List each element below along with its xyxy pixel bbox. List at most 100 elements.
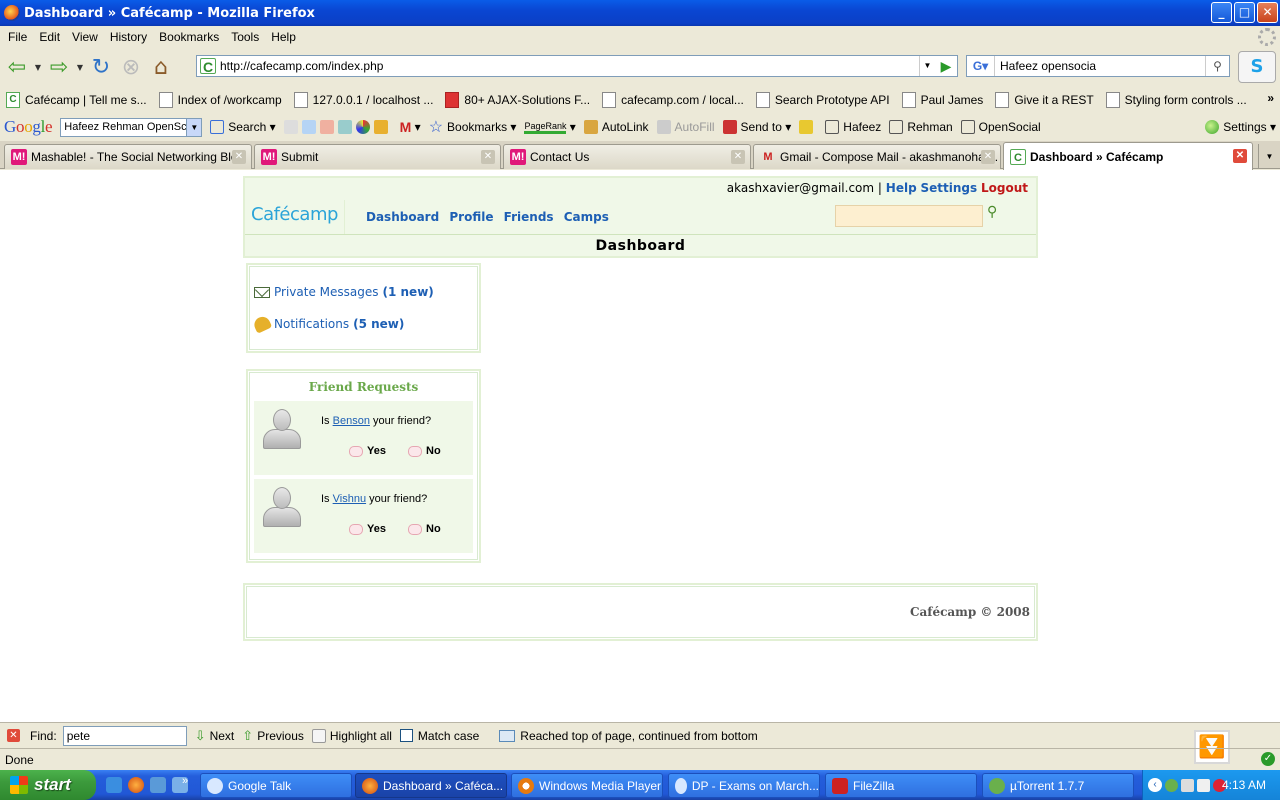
nav-camps[interactable]: Camps xyxy=(564,210,609,224)
show-desktop-icon[interactable] xyxy=(150,777,166,793)
stop-icon[interactable]: ⊗ xyxy=(116,52,146,82)
firefox-icon[interactable] xyxy=(128,777,144,793)
bookmark-item[interactable]: Paul James xyxy=(901,92,983,108)
tab-close-icon[interactable]: ✕ xyxy=(232,150,246,164)
site-search-input[interactable] xyxy=(835,205,983,227)
taskbar-utorrent[interactable]: µTorrent 1.7.7 xyxy=(982,773,1134,798)
site-logo[interactable]: Cafécamp xyxy=(251,204,338,225)
tab-contact-us[interactable]: M! Contact Us ✕ xyxy=(503,144,751,169)
bookmark-item[interactable]: Index of /workcamp xyxy=(158,92,282,108)
tab-mashable[interactable]: M! Mashable! - The Social Networking Blo… xyxy=(4,144,252,169)
taskbar-filezilla[interactable]: FileZilla xyxy=(825,773,977,798)
network-icon[interactable] xyxy=(1181,778,1194,792)
puzzle-icon[interactable] xyxy=(373,120,388,134)
menu-history[interactable]: History xyxy=(104,30,153,44)
bookmarks-overflow-chevron-icon[interactable]: » xyxy=(1267,91,1274,105)
ie-icon[interactable] xyxy=(106,777,122,793)
search-engine-icon[interactable]: G▾ xyxy=(967,56,995,76)
maximize-button[interactable]: □ xyxy=(1234,2,1255,23)
picasa-icon[interactable] xyxy=(355,120,370,134)
highlight-all-button[interactable]: Highlight all xyxy=(311,728,392,743)
search-term-opensocial[interactable]: OpenSocial xyxy=(960,120,1041,134)
back-history-dropdown-icon[interactable]: ▼ xyxy=(32,63,44,72)
tab-close-icon[interactable]: ✕ xyxy=(981,150,995,164)
url-bar[interactable]: C http://cafecamp.com/index.php ▼ ▶ xyxy=(196,55,958,77)
chat-icon[interactable] xyxy=(301,120,316,134)
find-previous-button[interactable]: ⇧ Previous xyxy=(242,728,304,744)
back-arrow-icon[interactable]: ⇦ xyxy=(2,52,32,82)
notifications-link[interactable]: Notifications (5 new) xyxy=(251,314,404,334)
bookmark-item[interactable]: cafecamp.com / local... xyxy=(602,92,744,108)
search-bar[interactable]: G▾ Hafeez opensocia ⚲ xyxy=(966,55,1230,77)
bookmark-item[interactable]: 127.0.0.1 / localhost ... xyxy=(293,92,433,108)
sendto-button[interactable]: Send to ▾ xyxy=(722,120,791,134)
volume-icon[interactable] xyxy=(1197,778,1210,792)
bookmark-item[interactable]: Search Prototype API xyxy=(755,92,890,108)
menu-file[interactable]: File xyxy=(2,30,33,44)
minimize-button[interactable]: _ xyxy=(1211,2,1232,23)
taskbar-media-player[interactable]: Windows Media Player xyxy=(511,773,663,798)
tab-gmail[interactable]: M Gmail - Compose Mail - akashmanohar...… xyxy=(753,144,1001,169)
gmail-button[interactable]: M ▾ xyxy=(400,119,421,135)
yes-button[interactable]: Yes xyxy=(349,445,386,457)
private-messages-count[interactable]: (1 new) xyxy=(383,285,434,299)
tab-submit[interactable]: M! Submit ✕ xyxy=(254,144,501,169)
autolink-button[interactable]: AutoLink xyxy=(583,120,649,134)
taskbar-chat[interactable]: DP - Exams on March... xyxy=(668,773,820,798)
url-dropdown-icon[interactable]: ▼ xyxy=(919,56,935,76)
bookmark-item[interactable]: 80+ AJAX-Solutions F... xyxy=(445,92,590,108)
google-search-button[interactable]: Search ▾ xyxy=(210,120,276,134)
tab-close-icon[interactable]: ✕ xyxy=(731,150,745,164)
autofill-button[interactable]: AutoFill xyxy=(656,120,715,134)
news-icon[interactable] xyxy=(319,120,334,134)
help-link[interactable]: Help xyxy=(886,181,917,195)
magnifier-icon[interactable] xyxy=(337,120,352,134)
close-button[interactable]: ✕ xyxy=(1257,2,1278,23)
google-logo[interactable]: Google xyxy=(4,117,53,137)
google-search-input[interactable]: Hafeez Rehman OpenSc ▼ xyxy=(60,117,203,137)
menu-view[interactable]: View xyxy=(66,30,104,44)
highlight-icon[interactable] xyxy=(283,120,298,134)
search-icon[interactable]: ⚲ xyxy=(1205,56,1229,76)
tray-expand-icon[interactable]: ‹ xyxy=(1148,778,1162,792)
forward-arrow-icon[interactable]: ⇨ xyxy=(44,52,74,82)
skype-icon[interactable]: S xyxy=(1238,51,1276,83)
menu-edit[interactable]: Edit xyxy=(33,30,66,44)
bookmark-item[interactable]: Styling form controls ... xyxy=(1105,92,1247,108)
find-input[interactable]: pete xyxy=(62,725,187,746)
reload-icon[interactable]: ↻ xyxy=(86,52,116,82)
bookmark-item[interactable]: C Cafécamp | Tell me s... xyxy=(6,92,147,108)
logout-link[interactable]: Logout xyxy=(981,181,1028,195)
no-button[interactable]: No xyxy=(408,445,441,457)
nav-profile[interactable]: Profile xyxy=(449,210,493,224)
settings-button[interactable]: Settings ▾ xyxy=(1205,120,1276,134)
quick-launch-more-icon[interactable]: » xyxy=(182,775,188,787)
friend-name-link[interactable]: Vishnu xyxy=(333,493,366,505)
nav-dashboard[interactable]: Dashboard xyxy=(366,210,439,224)
bookmarks-button[interactable]: ☆ Bookmarks ▾ xyxy=(429,117,517,137)
yes-button[interactable]: Yes xyxy=(349,523,386,535)
taskbar-firefox[interactable]: Dashboard » Caféca... xyxy=(355,773,507,798)
menu-bookmarks[interactable]: Bookmarks xyxy=(153,30,225,44)
url-text[interactable]: http://cafecamp.com/index.php xyxy=(220,59,383,73)
tab-close-icon[interactable]: ✕ xyxy=(1233,149,1247,163)
no-button[interactable]: No xyxy=(408,523,441,535)
chevron-down-icon[interactable]: ▼ xyxy=(186,118,202,136)
nav-friends[interactable]: Friends xyxy=(504,210,554,224)
bookmark-item[interactable]: Give it a REST xyxy=(995,92,1094,108)
friend-name-link[interactable]: Benson xyxy=(333,415,370,427)
menu-tools[interactable]: Tools xyxy=(225,30,265,44)
highlighter-button[interactable] xyxy=(799,120,817,134)
start-button[interactable]: start xyxy=(0,770,96,800)
settings-link[interactable]: Settings xyxy=(921,181,978,195)
tab-close-icon[interactable]: ✕ xyxy=(481,150,495,164)
menu-help[interactable]: Help xyxy=(265,30,302,44)
list-all-tabs-icon[interactable]: ▼ xyxy=(1258,144,1280,169)
forward-history-dropdown-icon[interactable]: ▼ xyxy=(74,63,86,72)
utorrent-tray-icon[interactable] xyxy=(1165,778,1178,792)
home-icon[interactable]: ⌂ xyxy=(146,52,176,82)
tab-dashboard[interactable]: C Dashboard » Cafécamp ✕ xyxy=(1003,142,1253,170)
search-term-hafeez[interactable]: Hafeez xyxy=(825,120,881,134)
close-icon[interactable]: ✕ xyxy=(7,729,20,742)
find-next-button[interactable]: ⇩ Next xyxy=(195,728,235,744)
